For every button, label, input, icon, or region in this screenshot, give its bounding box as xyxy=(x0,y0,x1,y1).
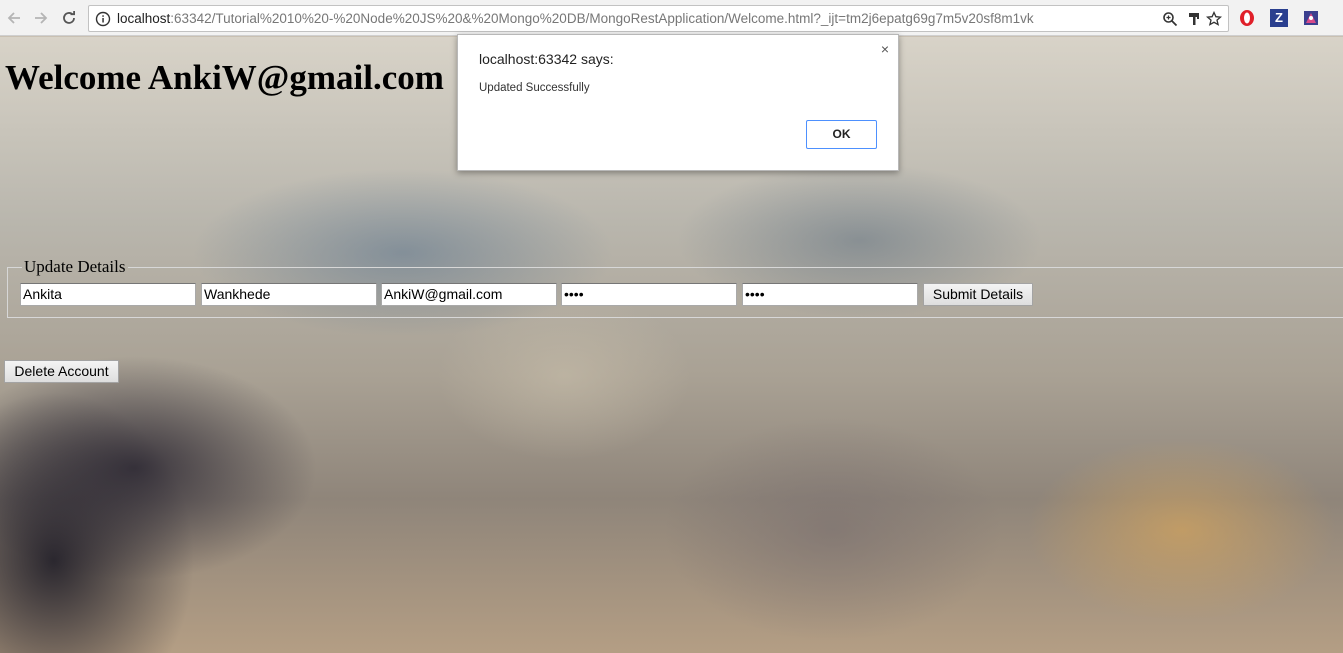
address-bar[interactable]: localhost:63342/Tutorial%2010%20-%20Node… xyxy=(88,5,1229,32)
forward-button[interactable] xyxy=(30,7,52,29)
dialog-title: localhost:63342 says: xyxy=(479,51,614,67)
reload-icon xyxy=(63,11,75,24)
zotero-extension-icon[interactable]: Z xyxy=(1270,9,1288,27)
update-details-legend: Update Details xyxy=(24,257,126,276)
alert-dialog: localhost:63342 says: × Updated Successf… xyxy=(457,34,899,171)
back-arrow-icon xyxy=(7,12,20,24)
close-icon[interactable]: × xyxy=(881,42,889,56)
zotero-letter: Z xyxy=(1275,10,1283,25)
zoom-icon[interactable] xyxy=(1162,11,1178,27)
forward-arrow-icon xyxy=(35,12,48,24)
opera-extension-icon[interactable] xyxy=(1238,9,1256,27)
url-path: :63342/Tutorial%2010%20-%20Node%20JS%20&… xyxy=(170,11,1034,26)
dialog-message: Updated Successfully xyxy=(479,82,590,94)
ok-button[interactable]: OK xyxy=(806,120,877,149)
info-icon[interactable] xyxy=(95,11,111,27)
url-host: localhost xyxy=(117,11,171,26)
first-name-input[interactable]: Ankita xyxy=(20,283,196,306)
password-input[interactable]: •••• xyxy=(561,283,737,306)
delete-account-button[interactable]: Delete Account xyxy=(4,360,119,383)
welcome-heading: Welcome AnkiW@gmail.com xyxy=(5,58,444,97)
paint-brush-icon[interactable] xyxy=(1186,11,1202,27)
last-name-input[interactable]: Wankhede xyxy=(201,283,377,306)
reload-button[interactable] xyxy=(58,7,80,29)
email-input[interactable]: AnkiW@gmail.com xyxy=(381,283,557,306)
extension-icon[interactable] xyxy=(1302,9,1320,27)
confirm-password-input[interactable]: •••• xyxy=(742,283,918,306)
browser-toolbar: localhost:63342/Tutorial%2010%20-%20Node… xyxy=(0,0,1343,36)
submit-details-button[interactable]: Submit Details xyxy=(923,283,1033,306)
url-text[interactable]: localhost:63342/Tutorial%2010%20-%20Node… xyxy=(117,6,1157,31)
back-button[interactable] xyxy=(3,7,25,29)
star-icon[interactable] xyxy=(1206,11,1222,27)
